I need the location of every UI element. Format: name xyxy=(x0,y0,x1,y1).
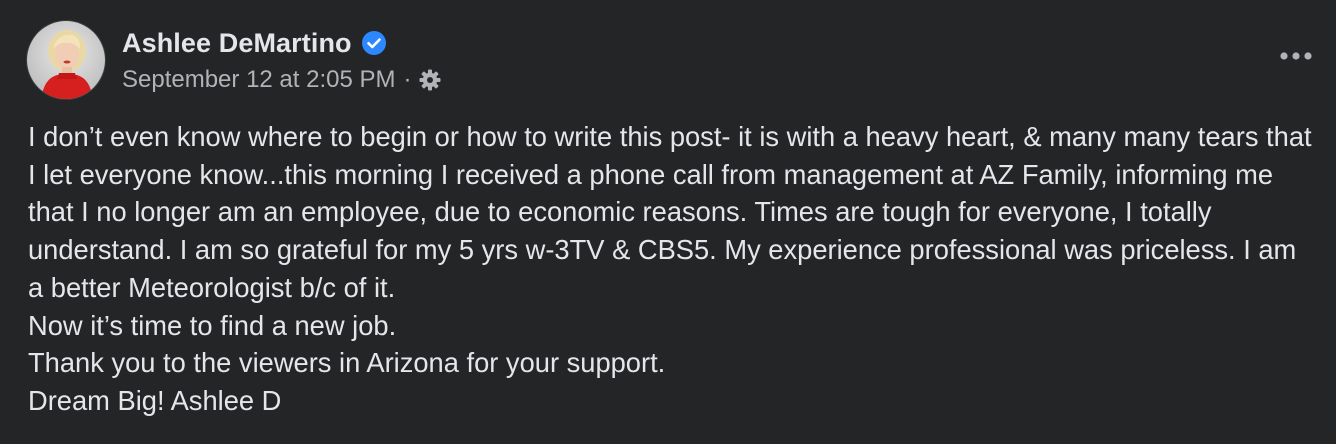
verified-badge-icon xyxy=(361,31,386,55)
post-line: Now it’s time to find a new job. xyxy=(28,309,397,341)
more-options-button[interactable] xyxy=(1276,38,1316,74)
more-options-icon xyxy=(1280,52,1312,60)
post-meta: Ashlee DeMartino September 12 at 2:05 PM… xyxy=(122,24,442,96)
gear-icon[interactable] xyxy=(418,68,442,92)
post-signoff: Dream Big! Ashlee D xyxy=(28,384,282,416)
name-row: Ashlee DeMartino xyxy=(122,24,442,62)
post-paragraph: I don’t even know where to begin or how … xyxy=(28,121,1312,303)
post-body: I don’t even know where to begin or how … xyxy=(28,118,1318,420)
post-timestamp[interactable]: September 12 at 2:05 PM xyxy=(122,66,396,94)
profile-photo-icon xyxy=(27,21,105,99)
author-name[interactable]: Ashlee DeMartino xyxy=(122,28,352,59)
avatar[interactable] xyxy=(26,20,106,100)
post-line: Thank you to the viewers in Arizona for … xyxy=(28,347,666,379)
facebook-post: Ashlee DeMartino September 12 at 2:05 PM… xyxy=(0,0,1336,444)
meta-separator: · xyxy=(403,66,412,93)
post-header: Ashlee DeMartino September 12 at 2:05 PM… xyxy=(26,20,442,100)
timestamp-row: September 12 at 2:05 PM · xyxy=(122,64,442,96)
